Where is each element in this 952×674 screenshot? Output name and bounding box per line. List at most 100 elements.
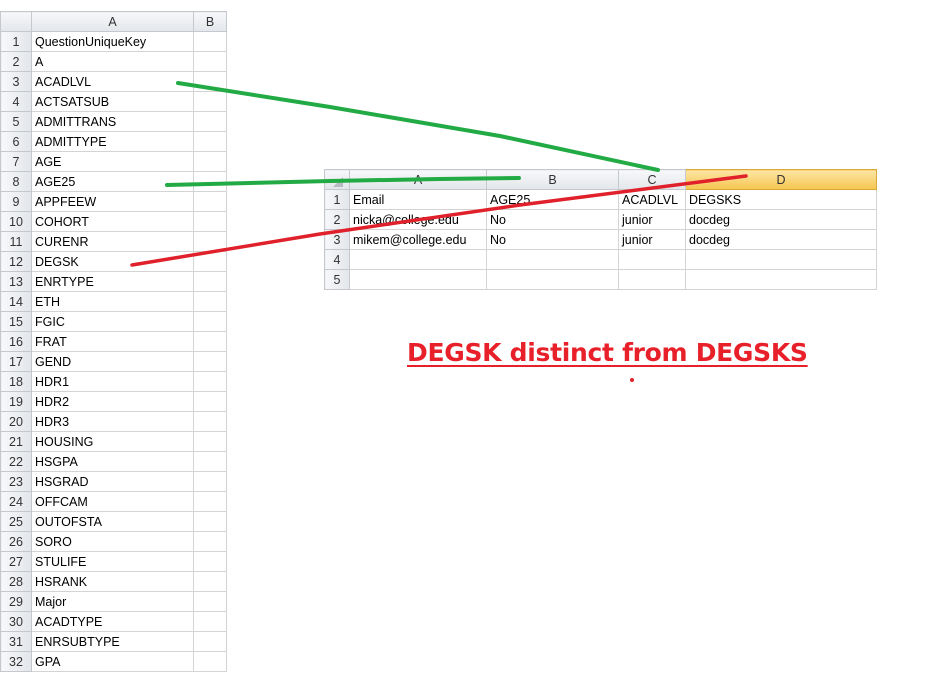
cell-c[interactable]: ACADLVL (618, 189, 686, 210)
row-header[interactable]: 23 (0, 471, 32, 492)
cell-b[interactable] (193, 51, 227, 72)
column-header-a[interactable]: A (31, 11, 194, 32)
row-header[interactable]: 31 (0, 631, 32, 652)
cell-b[interactable]: No (486, 209, 619, 230)
row-header[interactable]: 3 (324, 229, 350, 250)
row-header[interactable]: 1 (324, 189, 350, 210)
column-header-b[interactable]: B (486, 169, 619, 190)
cell-b[interactable] (193, 451, 227, 472)
cell-a[interactable]: A (31, 51, 194, 72)
cell-a[interactable]: APPFEEW (31, 191, 194, 212)
cell-a[interactable]: ENRSUBTYPE (31, 631, 194, 652)
cell-b[interactable] (193, 131, 227, 152)
row-header[interactable]: 4 (0, 91, 32, 112)
cell-b[interactable] (193, 111, 227, 132)
row-header[interactable]: 10 (0, 211, 32, 232)
row-header[interactable]: 12 (0, 251, 32, 272)
cell-a[interactable]: FRAT (31, 331, 194, 352)
row-header[interactable]: 2 (0, 51, 32, 72)
cell-a[interactable]: ACADLVL (31, 71, 194, 92)
cell-b[interactable] (193, 571, 227, 592)
cell-b[interactable] (193, 591, 227, 612)
column-header-c[interactable]: C (618, 169, 686, 190)
cell-a[interactable]: nicka@college.edu (349, 209, 487, 230)
cell-a[interactable]: GPA (31, 651, 194, 672)
cell-b[interactable] (193, 171, 227, 192)
cell-b[interactable] (193, 31, 227, 52)
cell-b[interactable]: AGE25 (486, 189, 619, 210)
cell-a[interactable]: HSGPA (31, 451, 194, 472)
cell-c[interactable] (618, 269, 686, 290)
cell-b[interactable] (193, 491, 227, 512)
select-all-corner[interactable] (324, 169, 350, 190)
column-header-d-selected[interactable]: D (685, 169, 877, 190)
cell-b[interactable] (486, 249, 619, 270)
cell-a[interactable]: HSGRAD (31, 471, 194, 492)
cell-a[interactable]: Major (31, 591, 194, 612)
cell-b[interactable] (193, 631, 227, 652)
cell-a[interactable]: Email (349, 189, 487, 210)
row-header[interactable]: 4 (324, 249, 350, 270)
column-header-a[interactable]: A (349, 169, 487, 190)
cell-a[interactable]: HSRANK (31, 571, 194, 592)
select-all-corner[interactable] (0, 11, 32, 32)
cell-a[interactable]: GEND (31, 351, 194, 372)
cell-a[interactable]: ADMITTYPE (31, 131, 194, 152)
cell-b[interactable] (193, 231, 227, 252)
cell-a[interactable]: AGE25 (31, 171, 194, 192)
row-header[interactable]: 13 (0, 271, 32, 292)
row-header[interactable]: 32 (0, 651, 32, 672)
cell-c[interactable] (618, 249, 686, 270)
row-header[interactable]: 27 (0, 551, 32, 572)
row-header[interactable]: 24 (0, 491, 32, 512)
row-header[interactable]: 25 (0, 511, 32, 532)
cell-b[interactable] (193, 271, 227, 292)
cell-b[interactable] (193, 151, 227, 172)
row-header[interactable]: 1 (0, 31, 32, 52)
row-header[interactable]: 2 (324, 209, 350, 230)
row-header[interactable]: 11 (0, 231, 32, 252)
row-header[interactable]: 9 (0, 191, 32, 212)
cell-b[interactable] (193, 251, 227, 272)
cell-b[interactable] (193, 531, 227, 552)
cell-c[interactable]: junior (618, 229, 686, 250)
cell-a[interactable]: COHORT (31, 211, 194, 232)
cell-a[interactable]: ACADTYPE (31, 611, 194, 632)
cell-b[interactable] (193, 331, 227, 352)
cell-b[interactable] (193, 291, 227, 312)
row-header[interactable]: 15 (0, 311, 32, 332)
row-header[interactable]: 5 (0, 111, 32, 132)
cell-a[interactable]: OFFCAM (31, 491, 194, 512)
cell-a[interactable] (349, 269, 487, 290)
cell-d[interactable]: DEGSKS (685, 189, 877, 210)
cell-b[interactable]: No (486, 229, 619, 250)
column-header-b[interactable]: B (193, 11, 227, 32)
cell-a[interactable]: ACTSATSUB (31, 91, 194, 112)
cell-d[interactable]: docdeg (685, 229, 877, 250)
cell-b[interactable] (193, 551, 227, 572)
cell-a[interactable]: HDR1 (31, 371, 194, 392)
cell-d[interactable] (685, 269, 877, 290)
cell-b[interactable] (193, 311, 227, 332)
cell-a[interactable]: HDR2 (31, 391, 194, 412)
row-header[interactable]: 20 (0, 411, 32, 432)
cell-b[interactable] (193, 411, 227, 432)
cell-b[interactable] (193, 431, 227, 452)
row-header[interactable]: 16 (0, 331, 32, 352)
cell-a[interactable]: mikem@college.edu (349, 229, 487, 250)
cell-b[interactable] (193, 91, 227, 112)
cell-b[interactable] (193, 351, 227, 372)
cell-a[interactable]: AGE (31, 151, 194, 172)
row-header[interactable]: 22 (0, 451, 32, 472)
row-header[interactable]: 14 (0, 291, 32, 312)
row-header[interactable]: 7 (0, 151, 32, 172)
cell-b[interactable] (486, 269, 619, 290)
row-header[interactable]: 19 (0, 391, 32, 412)
cell-a[interactable]: ENRTYPE (31, 271, 194, 292)
row-header[interactable]: 17 (0, 351, 32, 372)
row-header[interactable]: 3 (0, 71, 32, 92)
cell-a[interactable]: HOUSING (31, 431, 194, 452)
cell-d[interactable] (685, 249, 877, 270)
row-header[interactable]: 29 (0, 591, 32, 612)
cell-a[interactable] (349, 249, 487, 270)
